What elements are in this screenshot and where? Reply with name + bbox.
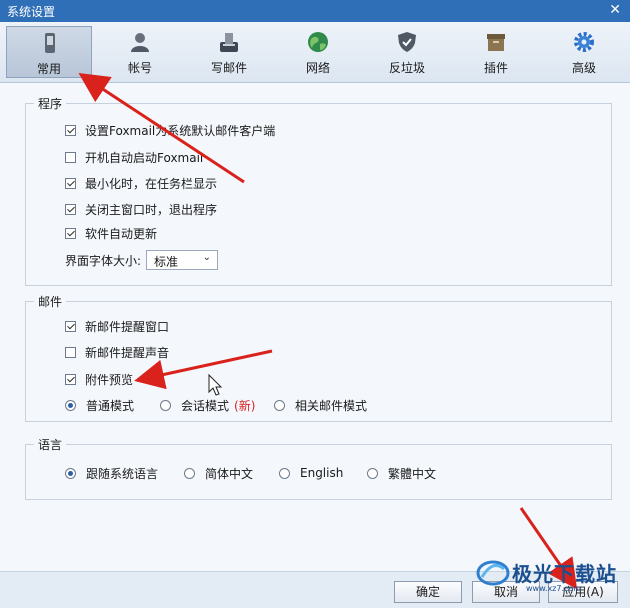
- watermark-text: 极光下载站: [512, 562, 617, 586]
- option-label: 繁體中文: [388, 466, 437, 481]
- font-size-dropdown[interactable]: 标准 ⌄: [146, 250, 218, 270]
- option-new-mail-window[interactable]: 新邮件提醒窗口: [65, 318, 169, 334]
- plugin-box-icon: [487, 34, 505, 51]
- tab-account[interactable]: 帐号: [97, 26, 183, 78]
- option-label: English: [300, 466, 344, 480]
- radio[interactable]: [65, 399, 76, 411]
- option-label: 新邮件提醒声音: [85, 345, 170, 360]
- font-size-value: 标准: [154, 255, 179, 269]
- chevron-down-icon: ⌄: [202, 252, 211, 263]
- radio[interactable]: [367, 467, 378, 479]
- option-label: 设置Foxmail为系统默认邮件客户端: [85, 123, 276, 138]
- tab-label: 插件: [483, 61, 508, 75]
- option-label: 附件预览: [85, 372, 134, 387]
- option-label: 关闭主窗口时，退出程序: [85, 202, 218, 217]
- option-label: 会话模式: [181, 398, 230, 413]
- tab-plugins[interactable]: 插件: [453, 26, 539, 78]
- tab-antispam[interactable]: 反垃圾: [364, 26, 450, 78]
- radio-related-mode[interactable]: 相关邮件模式: [274, 397, 367, 413]
- option-label: 开机自动启动Foxmail: [85, 150, 204, 165]
- title-bar: 系统设置 ✕: [0, 0, 630, 22]
- watermark-url: www.xz7.com: [526, 584, 582, 593]
- tab-label: 高级: [571, 61, 596, 75]
- option-label: 相关邮件模式: [295, 398, 368, 413]
- watermark-logo-icon: [476, 560, 510, 586]
- radio-simplified-chinese[interactable]: 简体中文: [184, 465, 253, 481]
- checkbox[interactable]: [65, 124, 76, 136]
- settings-content: 程序 设置Foxmail为系统默认邮件客户端 开机自动启动Foxmail 最小化…: [0, 83, 630, 571]
- close-icon[interactable]: ✕: [609, 2, 621, 18]
- gear-icon: [574, 32, 594, 52]
- radio-english[interactable]: English: [279, 465, 343, 481]
- option-label: 最小化时，在任务栏显示: [85, 176, 218, 191]
- checkbox[interactable]: [65, 320, 76, 332]
- option-label: 软件自动更新: [85, 226, 158, 241]
- tab-label: 写邮件: [210, 61, 247, 75]
- radio-conversation-mode[interactable]: 会话模式 (新): [160, 397, 255, 413]
- option-label: 新邮件提醒窗口: [85, 319, 170, 334]
- option-label: 简体中文: [205, 466, 254, 481]
- tab-label: 帐号: [127, 61, 152, 75]
- radio[interactable]: [279, 467, 290, 479]
- tab-general[interactable]: 常用: [6, 26, 92, 78]
- new-badge: (新): [234, 398, 256, 413]
- compose-icon: [220, 33, 238, 52]
- checkbox[interactable]: [65, 346, 76, 358]
- checkbox[interactable]: [65, 203, 76, 215]
- tab-label: 反垃圾: [388, 61, 425, 75]
- group-legend: 邮件: [34, 293, 67, 310]
- radio[interactable]: [184, 467, 195, 479]
- radio-normal-mode[interactable]: 普通模式: [65, 397, 134, 413]
- radio[interactable]: [65, 467, 76, 479]
- ok-button[interactable]: 确定: [394, 581, 462, 603]
- radio-follow-system[interactable]: 跟随系统语言: [65, 465, 158, 481]
- checkbox[interactable]: [65, 227, 76, 239]
- option-default-client[interactable]: 设置Foxmail为系统默认邮件客户端: [65, 122, 275, 138]
- checkbox[interactable]: [65, 373, 76, 385]
- globe-icon: [308, 32, 328, 52]
- radio[interactable]: [160, 399, 171, 411]
- user-icon: [131, 33, 149, 52]
- checkbox[interactable]: [65, 177, 76, 189]
- option-auto-update[interactable]: 软件自动更新: [65, 225, 157, 241]
- radio[interactable]: [274, 399, 285, 411]
- tab-label: 常用: [36, 62, 61, 76]
- checkbox[interactable]: [65, 151, 76, 163]
- group-legend: 语言: [34, 436, 67, 453]
- phone-icon: [45, 33, 55, 53]
- tab-network[interactable]: 网络: [275, 26, 361, 78]
- settings-toolbar: 常用 帐号 写邮件 网络 反垃圾 插件 高级: [0, 22, 630, 83]
- tab-label: 网络: [305, 61, 330, 75]
- option-minimize-taskbar[interactable]: 最小化时，在任务栏显示: [65, 175, 217, 191]
- option-close-exit[interactable]: 关闭主窗口时，退出程序: [65, 201, 217, 217]
- tab-advanced[interactable]: 高级: [541, 26, 627, 78]
- shield-icon: [398, 32, 416, 52]
- option-autostart[interactable]: 开机自动启动Foxmail: [65, 149, 203, 165]
- option-label: 普通模式: [86, 398, 135, 413]
- tab-compose[interactable]: 写邮件: [186, 26, 272, 78]
- radio-traditional-chinese[interactable]: 繁體中文: [367, 465, 436, 481]
- font-size-label: 界面字体大小:: [65, 253, 142, 268]
- option-label: 跟随系统语言: [86, 466, 159, 481]
- option-new-mail-sound[interactable]: 新邮件提醒声音: [65, 344, 169, 360]
- window-title: 系统设置: [7, 5, 56, 19]
- watermark: 极光下载站 www.xz7.com: [476, 554, 626, 594]
- group-legend: 程序: [34, 95, 67, 112]
- option-attachment-preview[interactable]: 附件预览: [65, 371, 133, 387]
